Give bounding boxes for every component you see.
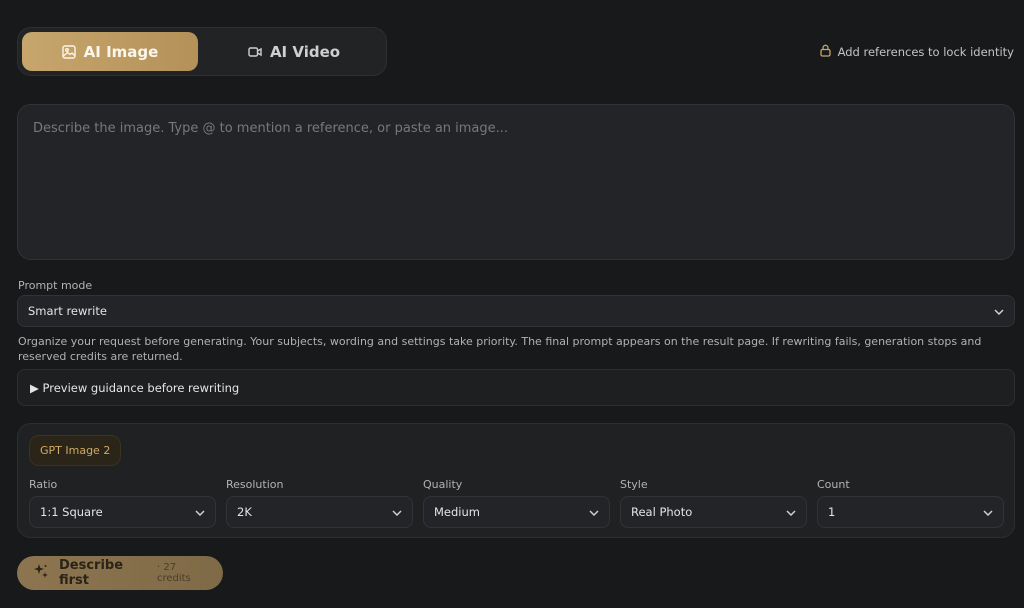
generate-label: Describe first bbox=[59, 558, 124, 588]
generate-button[interactable]: Describe first · 27 credits bbox=[17, 556, 223, 590]
ratio-select[interactable]: 1:1 Square bbox=[29, 496, 216, 528]
count-value: 1 bbox=[828, 505, 836, 519]
prompt-mode-helper: Organize your request before generating.… bbox=[18, 335, 982, 363]
lock-identity-link[interactable]: Add references to lock identity bbox=[819, 44, 1014, 60]
resolution-value: 2K bbox=[237, 505, 252, 519]
count-select[interactable]: 1 bbox=[817, 496, 1004, 528]
ratio-value: 1:1 Square bbox=[40, 505, 103, 519]
resolution-select[interactable]: 2K bbox=[226, 496, 413, 528]
prompt-box bbox=[17, 104, 1015, 260]
tab-label: AI Video bbox=[269, 42, 341, 61]
prompt-mode-select[interactable]: Smart rewrite bbox=[17, 295, 1015, 327]
resolution-label: Resolution bbox=[226, 478, 284, 491]
preview-guidance-label: ▶ Preview guidance before rewriting bbox=[30, 380, 240, 395]
chevron-down-icon bbox=[195, 505, 205, 519]
chevron-down-icon bbox=[786, 505, 796, 519]
ratio-label: Ratio bbox=[29, 478, 58, 491]
style-label: Style bbox=[620, 478, 648, 491]
quality-value: Medium bbox=[434, 505, 480, 519]
style-select[interactable]: Real Photo bbox=[620, 496, 807, 528]
lock-hint-label: Add references to lock identity bbox=[837, 45, 1014, 59]
preview-guidance-toggle[interactable]: ▶ Preview guidance before rewriting bbox=[17, 369, 1015, 406]
tab-ai-video[interactable]: AI Video bbox=[206, 32, 382, 71]
credits-label: · 27 credits bbox=[156, 562, 191, 584]
settings-panel: GPT Image 2 Ratio 1:1 Square Resolution … bbox=[17, 423, 1015, 538]
image-icon bbox=[61, 44, 76, 59]
sparkle-icon bbox=[33, 563, 49, 583]
mode-switch: AI Image AI Video bbox=[17, 27, 387, 76]
chevron-down-icon bbox=[983, 505, 993, 519]
prompt-mode-label: Prompt mode bbox=[18, 279, 93, 292]
chevron-down-icon bbox=[589, 505, 599, 519]
chevron-down-icon bbox=[994, 304, 1004, 318]
tab-label: AI Image bbox=[83, 42, 159, 61]
count-label: Count bbox=[817, 478, 850, 491]
model-badge[interactable]: GPT Image 2 bbox=[29, 435, 122, 466]
video-icon bbox=[248, 46, 262, 58]
prompt-input[interactable] bbox=[18, 105, 1014, 259]
tab-ai-image[interactable]: AI Image bbox=[22, 32, 198, 71]
quality-select[interactable]: Medium bbox=[423, 496, 610, 528]
chevron-down-icon bbox=[392, 505, 402, 519]
style-value: Real Photo bbox=[631, 505, 693, 519]
lock-icon bbox=[819, 44, 831, 60]
quality-label: Quality bbox=[423, 478, 463, 491]
prompt-mode-value: Smart rewrite bbox=[28, 304, 107, 318]
